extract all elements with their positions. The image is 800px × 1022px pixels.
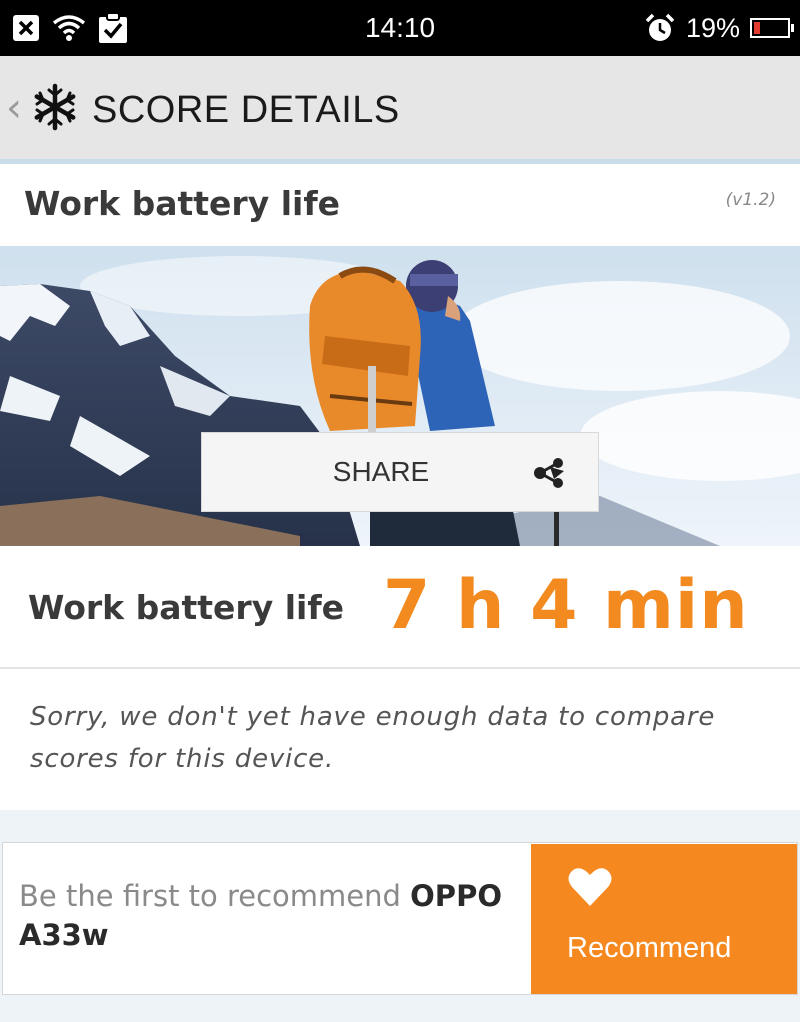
recommend-label: Recommend <box>567 932 732 964</box>
share-button[interactable]: SHARE <box>201 432 599 512</box>
page-title: SCORE DETAILS <box>92 89 400 131</box>
status-bar: 14:10 19% <box>0 0 800 56</box>
heart-icon <box>568 868 612 906</box>
result-card: Work battery life 7 h 4 min Sorry, we do… <box>0 546 800 810</box>
battery-icon <box>750 18 794 38</box>
alarm-icon <box>645 13 675 41</box>
share-label: SHARE <box>332 456 430 487</box>
section-header: Work battery life (v1.2) <box>0 164 800 246</box>
status-right-icons: 19% <box>644 10 794 46</box>
result-label: Work battery life <box>28 588 345 627</box>
recommend-button[interactable]: Recommend <box>531 844 797 994</box>
battery-percent: 19% <box>685 12 740 43</box>
version-label: (v1.2) <box>725 190 776 210</box>
back-button[interactable]: ‹ <box>6 84 22 132</box>
comparison-note: Sorry, we don't yet have enough data to … <box>30 702 716 774</box>
section-title: Work battery life <box>24 184 341 223</box>
recommend-text: Be the first to recommend OPPO A33w <box>19 877 519 955</box>
battery-level-fill <box>754 22 760 34</box>
recommend-prefix: Be the first to recommend <box>19 879 411 913</box>
share-icon <box>534 458 564 488</box>
battery-life-score: 7 h 4 min <box>383 566 749 645</box>
snowflake-logo-icon <box>34 83 76 131</box>
app-bar: ‹ SCORE DETAILS <box>0 56 800 164</box>
divider <box>0 667 800 669</box>
